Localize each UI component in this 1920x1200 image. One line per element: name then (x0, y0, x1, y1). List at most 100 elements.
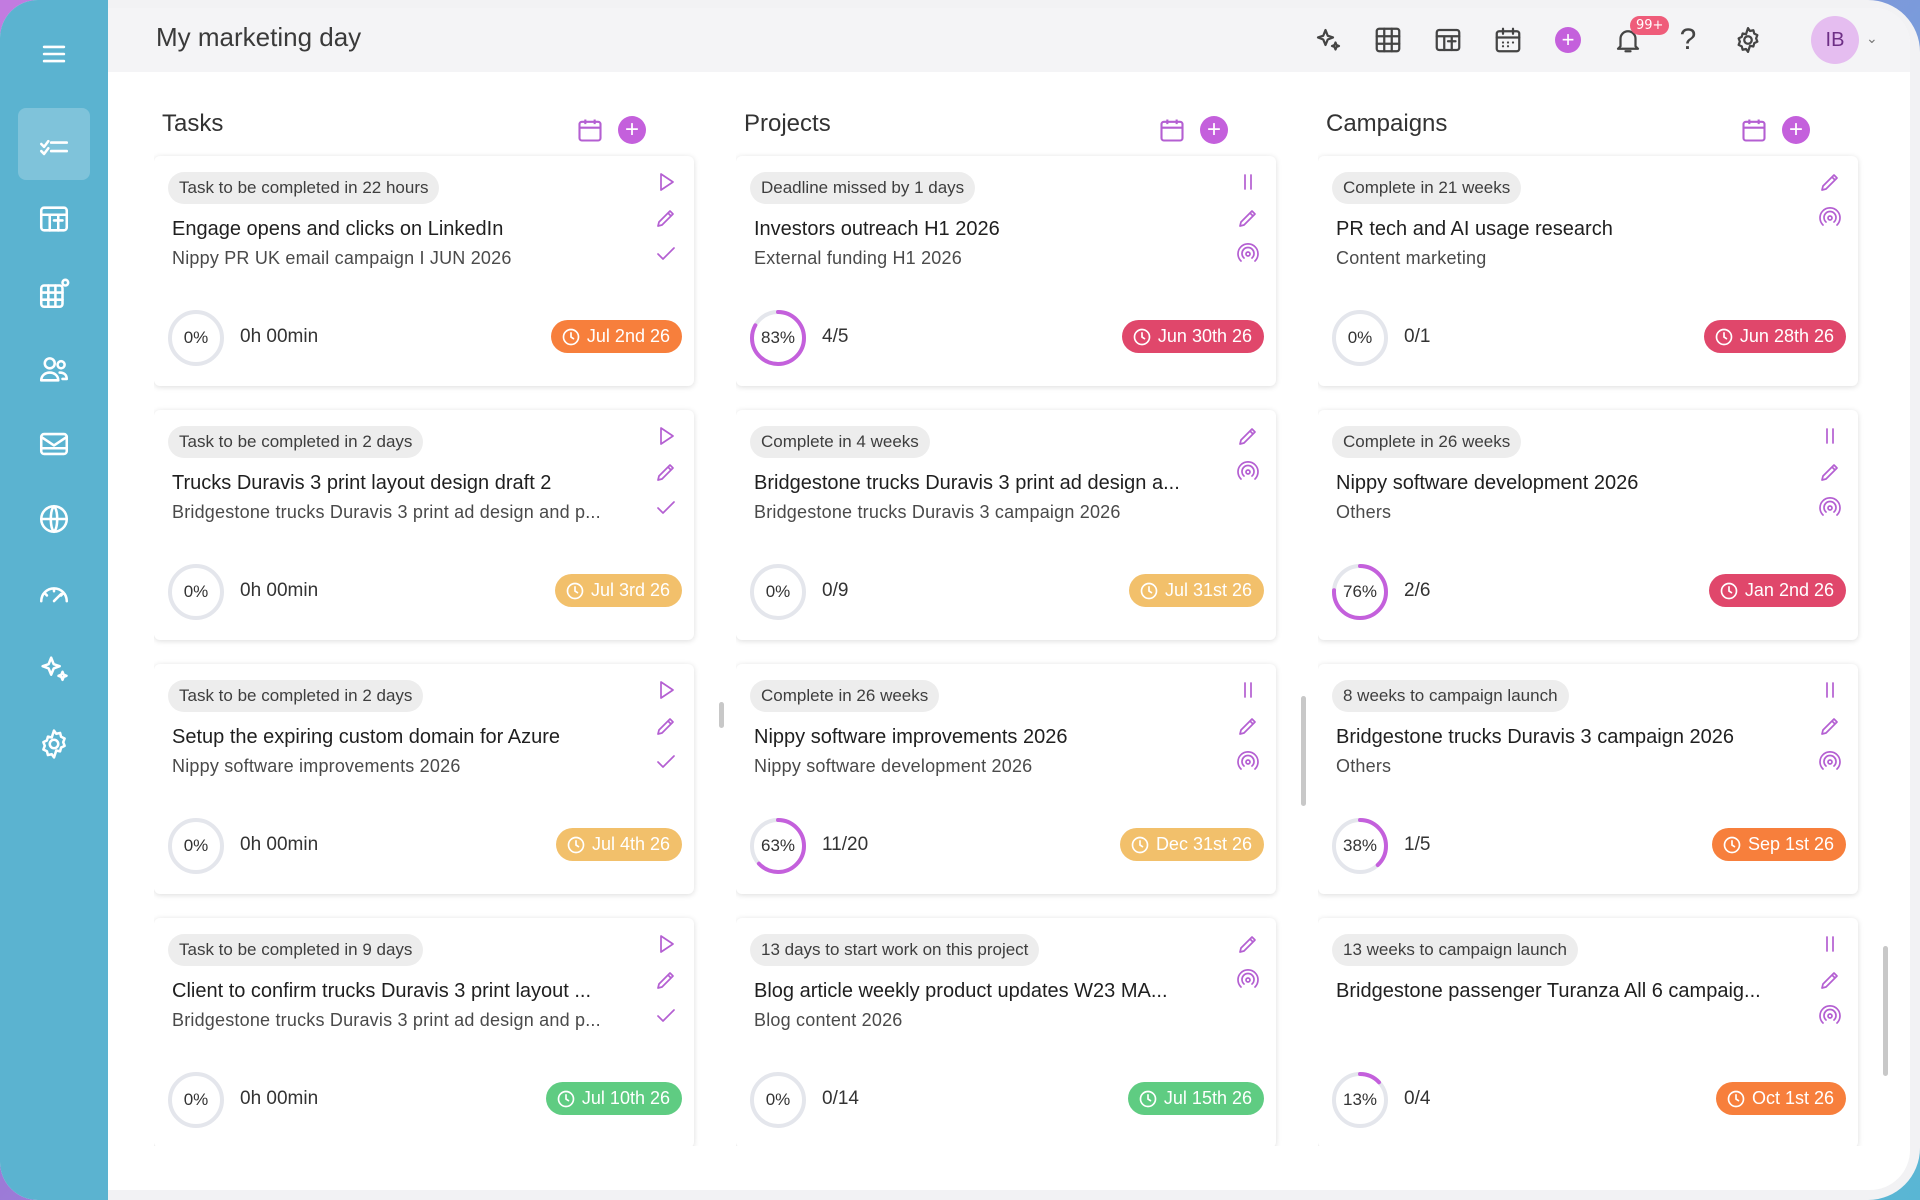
broadcast-button[interactable] (1234, 966, 1262, 994)
card-title[interactable]: Bridgestone trucks Duravis 3 print ad de… (754, 472, 1214, 495)
broadcast-button[interactable] (1234, 240, 1262, 268)
column-add-button[interactable]: + (1200, 116, 1228, 144)
sidebar-item-team[interactable] (18, 333, 90, 405)
broadcast-button[interactable] (1234, 748, 1262, 776)
item-card[interactable]: 13 weeks to campaign launch Bridgestone p… (1318, 918, 1858, 1146)
card-title[interactable]: Investors outreach H1 2026 (754, 218, 1214, 241)
edit-button[interactable] (1234, 204, 1262, 232)
card-title[interactable]: Engage opens and clicks on LinkedIn (172, 218, 632, 241)
quick-add-button[interactable]: + (1548, 20, 1588, 60)
item-card[interactable]: Task to be completed in 2 days Setup the … (154, 664, 694, 894)
calendar-view-button[interactable] (1488, 20, 1528, 60)
edit-button[interactable] (652, 204, 680, 232)
notifications-button[interactable]: 99+ (1608, 16, 1670, 60)
edit-button[interactable] (1816, 458, 1844, 486)
column-scrollbar[interactable] (719, 702, 724, 728)
broadcast-button[interactable] (1816, 748, 1844, 776)
due-date-badge[interactable]: Jul 3rd 26 (554, 574, 682, 607)
complete-button[interactable] (652, 240, 680, 268)
pause-button[interactable] (1234, 676, 1262, 704)
broadcast-button[interactable] (1816, 1002, 1844, 1030)
edit-button[interactable] (652, 458, 680, 486)
item-card[interactable]: 8 weeks to campaign launch Bridgestone tr… (1318, 664, 1858, 894)
broadcast-button[interactable] (1816, 494, 1844, 522)
due-date-badge[interactable]: Oct 1st 26 (1715, 1082, 1846, 1115)
hamburger-menu-button[interactable] (18, 18, 90, 90)
sidebar-item-settings[interactable] (18, 708, 90, 780)
broadcast-button[interactable] (1816, 204, 1844, 232)
item-card[interactable]: Complete in 21 weeks PR tech and AI usage… (1318, 156, 1858, 386)
sidebar-item-email[interactable] (18, 408, 90, 480)
sidebar-item-boards[interactable] (18, 183, 90, 255)
due-date-badge[interactable]: Jul 2nd 26 (550, 320, 682, 353)
card-title[interactable]: Bridgestone trucks Duravis 3 campaign 20… (1336, 726, 1796, 749)
card-title[interactable]: PR tech and AI usage research (1336, 218, 1796, 241)
sidebar-item-web[interactable] (18, 483, 90, 555)
item-card[interactable]: Complete in 26 weeks Nippy software impro… (736, 664, 1276, 894)
item-card[interactable]: Task to be completed in 9 days Client to … (154, 918, 694, 1146)
edit-button[interactable] (1234, 712, 1262, 740)
play-button[interactable] (652, 168, 680, 196)
item-card[interactable]: Complete in 26 weeks Nippy software devel… (1318, 410, 1858, 640)
card-title[interactable]: Bridgestone passenger Turanza All 6 camp… (1336, 980, 1796, 1003)
due-date-badge[interactable]: Jul 10th 26 (545, 1082, 682, 1115)
item-card[interactable]: Task to be completed in 2 days Trucks Dur… (154, 410, 694, 640)
complete-button[interactable] (652, 1002, 680, 1030)
column-calendar-button[interactable] (576, 116, 604, 144)
due-date-badge[interactable]: Jan 2nd 26 (1708, 574, 1846, 607)
sidebar-item-ai[interactable] (18, 633, 90, 705)
table-view-button[interactable] (1368, 20, 1408, 60)
complete-button[interactable] (652, 748, 680, 776)
due-date-badge[interactable]: Jul 15th 26 (1127, 1082, 1264, 1115)
due-date-badge[interactable]: Dec 31st 26 (1119, 828, 1264, 861)
chevron-down-icon[interactable]: ⌄ (1866, 30, 1878, 47)
due-date-badge[interactable]: Jun 28th 26 (1703, 320, 1846, 353)
help-button[interactable]: ? (1668, 20, 1708, 60)
card-title[interactable]: Nippy software improvements 2026 (754, 726, 1214, 749)
edit-button[interactable] (652, 966, 680, 994)
column-calendar-button[interactable] (1158, 116, 1186, 144)
play-button[interactable] (652, 930, 680, 958)
edit-button[interactable] (1234, 422, 1262, 450)
due-date-badge[interactable]: Jun 30th 26 (1121, 320, 1264, 353)
ai-assistant-button[interactable] (1308, 20, 1348, 60)
sidebar-item-dashboard[interactable] (18, 558, 90, 630)
broadcast-button[interactable] (1234, 458, 1262, 486)
edit-button[interactable] (1816, 712, 1844, 740)
column-calendar-button[interactable] (1740, 116, 1768, 144)
item-card[interactable]: Complete in 4 weeks Bridgestone trucks Du… (736, 410, 1276, 640)
edit-button[interactable] (1816, 168, 1844, 196)
edit-button[interactable] (652, 712, 680, 740)
card-list[interactable]: Task to be completed in 22 hours Engage o… (154, 152, 714, 1146)
due-date-badge[interactable]: Jul 31st 26 (1128, 574, 1264, 607)
pause-button[interactable] (1816, 422, 1844, 450)
column-scrollbar[interactable] (1883, 946, 1888, 1076)
column-scrollbar[interactable] (1301, 696, 1306, 806)
card-title[interactable]: Nippy software development 2026 (1336, 472, 1796, 495)
play-button[interactable] (652, 676, 680, 704)
play-button[interactable] (652, 422, 680, 450)
due-date-badge[interactable]: Jul 4th 26 (555, 828, 682, 861)
board-view-button[interactable] (1428, 20, 1468, 60)
card-list[interactable]: Deadline missed by 1 days Investors outre… (736, 152, 1296, 1146)
card-title[interactable]: Client to confirm trucks Duravis 3 print… (172, 980, 632, 1003)
item-card[interactable]: Task to be completed in 22 hours Engage o… (154, 156, 694, 386)
card-title[interactable]: Setup the expiring custom domain for Azu… (172, 726, 632, 749)
card-list[interactable]: Complete in 21 weeks PR tech and AI usage… (1318, 152, 1878, 1146)
sidebar-item-grid-settings[interactable] (18, 258, 90, 330)
card-title[interactable]: Trucks Duravis 3 print layout design dra… (172, 472, 632, 495)
settings-button[interactable] (1728, 20, 1768, 60)
complete-button[interactable] (652, 494, 680, 522)
column-add-button[interactable]: + (1782, 116, 1810, 144)
due-date-badge[interactable]: Sep 1st 26 (1711, 828, 1846, 861)
item-card[interactable]: 13 days to start work on this project Blo… (736, 918, 1276, 1146)
sidebar-item-my-day[interactable] (18, 108, 90, 180)
item-card[interactable]: Deadline missed by 1 days Investors outre… (736, 156, 1276, 386)
edit-button[interactable] (1816, 966, 1844, 994)
column-add-button[interactable]: + (618, 116, 646, 144)
pause-button[interactable] (1234, 168, 1262, 196)
edit-button[interactable] (1234, 930, 1262, 958)
pause-button[interactable] (1816, 930, 1844, 958)
pause-button[interactable] (1816, 676, 1844, 704)
user-avatar[interactable]: IB (1811, 16, 1859, 64)
